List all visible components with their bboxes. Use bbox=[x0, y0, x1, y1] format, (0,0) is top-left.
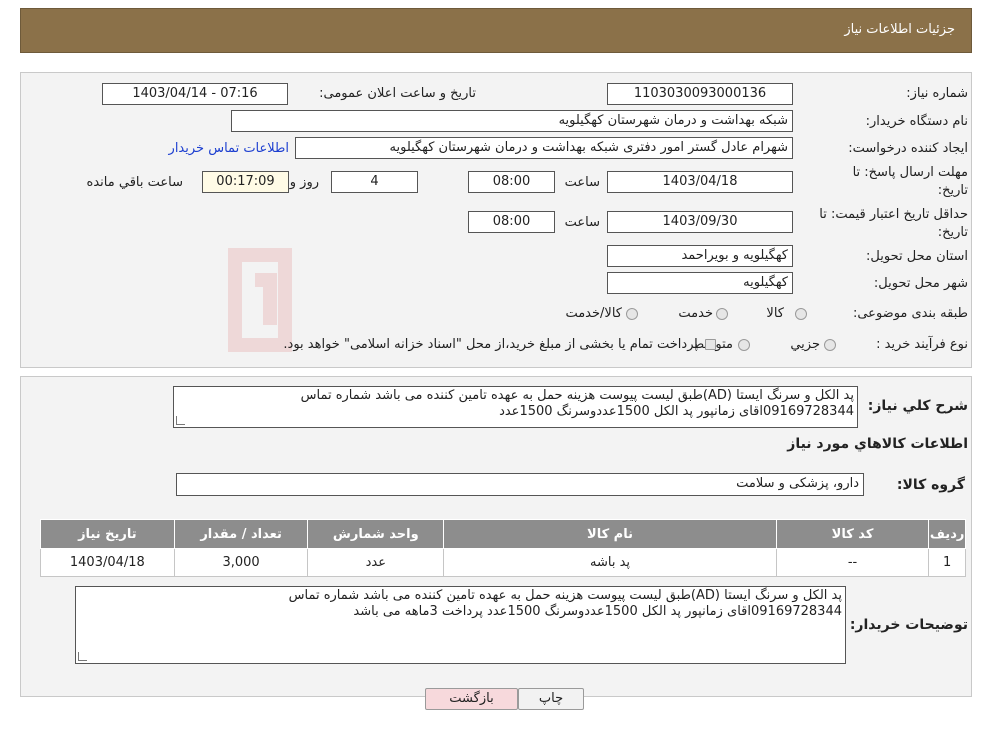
deadline-label-2: تاریخ: bbox=[937, 183, 968, 198]
goods-group-label: گروه کالا: bbox=[896, 477, 965, 493]
validity-label-2: تاریخ: bbox=[937, 225, 968, 240]
cell-date: 1403/04/18 bbox=[40, 548, 175, 577]
category-both-label: کالا/خدمت bbox=[565, 306, 622, 321]
category-goods-radio[interactable] bbox=[795, 308, 807, 320]
col-row: ردیف bbox=[928, 519, 966, 549]
back-button[interactable]: بازگشت bbox=[425, 688, 518, 710]
cell-code: -- bbox=[775, 548, 930, 577]
process-label: نوع فرآیند خرید : bbox=[876, 337, 968, 352]
description-line-2: 09169728344اقای زمانپور پد الکل 1500عددو… bbox=[499, 404, 854, 419]
category-service-label: خدمت bbox=[678, 306, 713, 321]
deadline-date-field: 1403/04/18 bbox=[607, 171, 793, 193]
buyer-org-field: شبکه بهداشت و درمان شهرستان کهگیلویه bbox=[231, 110, 793, 132]
cell-name: پد باشه bbox=[443, 548, 777, 577]
validity-label-1: حداقل تاریخ اعتبار قیمت: تا bbox=[819, 207, 968, 222]
validity-date-field: 1403/09/30 bbox=[607, 211, 793, 233]
col-unit: واحد شمارش bbox=[307, 519, 445, 549]
deadline-time-field: 08:00 bbox=[468, 171, 555, 193]
buyer-notes-line-2: 09169728344اقای زمانپور پد الکل 1500عددو… bbox=[353, 604, 842, 619]
col-name: نام کالا bbox=[443, 519, 777, 549]
goods-table-header: ردیف کد کالا نام کالا واحد شمارش تعداد /… bbox=[40, 519, 966, 549]
table-row: 1 -- پد باشه عدد 3,000 1403/04/18 bbox=[40, 548, 966, 577]
description-line-1: پد الکل و سرنگ ایستا (AD)طبق لیست پیوست … bbox=[300, 388, 854, 403]
treasury-checkbox[interactable] bbox=[705, 339, 716, 350]
col-qty: تعداد / مقدار bbox=[173, 519, 309, 549]
description-textarea[interactable]: پد الکل و سرنگ ایستا (AD)طبق لیست پیوست … bbox=[173, 386, 858, 428]
buyer-contact-link[interactable]: اطلاعات تماس خریدار bbox=[169, 141, 289, 156]
need-number-label: شماره نیاز: bbox=[906, 86, 968, 101]
print-button[interactable]: چاپ bbox=[518, 688, 584, 710]
goods-table: ردیف کد کالا نام کالا واحد شمارش تعداد /… bbox=[40, 519, 966, 577]
cell-row: 1 bbox=[928, 548, 966, 577]
need-number-field: 1103030093000136 bbox=[607, 83, 793, 105]
remaining-time-label: ساعت باقي مانده bbox=[86, 175, 183, 190]
province-field: کهگیلویه و بویراحمد bbox=[607, 245, 793, 267]
process-partial-label: جزیي bbox=[790, 337, 820, 352]
validity-time-label: ساعت bbox=[564, 215, 600, 230]
category-both-radio[interactable] bbox=[626, 308, 638, 320]
deadline-label-1: مهلت ارسال پاسخ: تا bbox=[852, 165, 968, 180]
cell-unit: عدد bbox=[307, 548, 445, 577]
creator-field: شهرام عادل گستر امور دفتری شبکه بهداشت و… bbox=[295, 137, 793, 159]
days-label: روز و bbox=[289, 175, 319, 190]
announce-datetime-field: 1403/04/14 - 07:16 bbox=[102, 83, 288, 105]
description-label: شرح كلي نياز: bbox=[867, 398, 968, 414]
announce-datetime-label: تاریخ و ساعت اعلان عمومی: bbox=[319, 86, 476, 101]
process-medium-radio[interactable] bbox=[738, 339, 750, 351]
col-date: تاریخ نیاز bbox=[40, 519, 175, 549]
resize-handle-icon[interactable] bbox=[78, 652, 87, 661]
cell-qty: 3,000 bbox=[173, 548, 309, 577]
col-code: کد کالا bbox=[775, 519, 930, 549]
remaining-days-field: 4 bbox=[331, 171, 418, 193]
page-header: جزئیات اطلاعات نیاز bbox=[20, 8, 972, 53]
category-goods-label: کالا bbox=[766, 306, 784, 321]
buyer-notes-line-1: پد الکل و سرنگ ایستا (AD)طبق لیست پیوست … bbox=[288, 588, 842, 603]
page-title: جزئیات اطلاعات نیاز bbox=[844, 22, 955, 37]
city-field: کهگیلویه bbox=[607, 272, 793, 294]
validity-time-field: 08:00 bbox=[468, 211, 555, 233]
buyer-notes-label: توضیحات خریدار: bbox=[849, 617, 968, 633]
creator-label: ایجاد کننده درخواست: bbox=[848, 141, 968, 156]
goods-section-title: اطلاعات كالاهاي مورد نياز bbox=[787, 436, 968, 452]
city-label: شهر محل تحویل: bbox=[873, 276, 968, 291]
resize-handle-icon[interactable] bbox=[176, 416, 185, 425]
category-label: طبقه بندی موضوعی: bbox=[852, 306, 968, 321]
buyer-org-label: نام دستگاه خریدار: bbox=[865, 114, 968, 129]
province-label: استان محل تحویل: bbox=[866, 249, 968, 264]
process-note: پرداخت تمام یا بخشی از مبلغ خرید،از محل … bbox=[283, 337, 698, 352]
process-partial-radio[interactable] bbox=[824, 339, 836, 351]
remaining-time-field: 00:17:09 bbox=[202, 171, 289, 193]
goods-group-field: دارو، پزشکی و سلامت bbox=[176, 473, 864, 496]
deadline-time-label: ساعت bbox=[564, 175, 600, 190]
buyer-notes-textarea[interactable]: پد الکل و سرنگ ایستا (AD)طبق لیست پیوست … bbox=[75, 586, 846, 664]
category-service-radio[interactable] bbox=[716, 308, 728, 320]
